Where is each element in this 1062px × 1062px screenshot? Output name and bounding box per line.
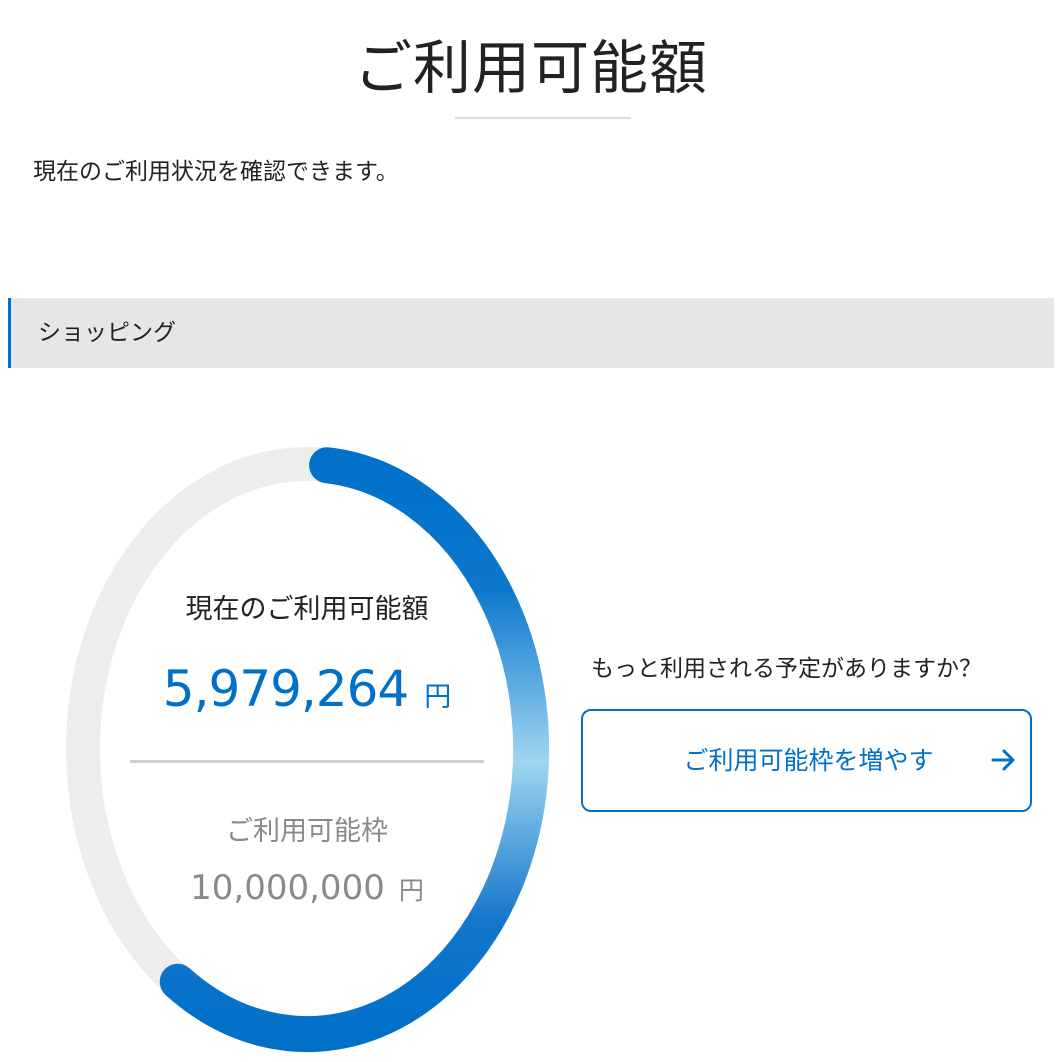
increase-limit-button[interactable]: ご利用可能枠を増やす	[581, 709, 1032, 812]
page-title: ご利用可能額	[353, 34, 708, 102]
increase-limit-button-label: ご利用可能枠を増やす	[683, 746, 934, 775]
usage-gauge	[66, 447, 550, 1053]
upsell-question: もっと利用される予定がありますか？	[591, 656, 982, 682]
section-header-label: ショッピング	[38, 320, 176, 346]
available-amount-value: 5,979,264	[162, 660, 409, 718]
credit-limit-label: ご利用可能枠	[226, 816, 388, 847]
section-header-shopping: ショッピング	[8, 298, 1054, 368]
gauge-progress-arc	[159, 447, 550, 1053]
gauge-divider	[130, 760, 484, 763]
page-intro: 現在のご利用状況を確認できます。	[33, 159, 399, 185]
credit-limit-unit: 円	[398, 876, 424, 905]
credit-limit-value: 10,000,000	[190, 868, 385, 908]
title-underline	[455, 117, 631, 119]
credit-limit-amount: 10,000,000 円	[130, 865, 484, 911]
available-amount-label: 現在のご利用可能額	[185, 594, 429, 625]
arrow-right-icon	[991, 749, 1015, 771]
available-amount-unit: 円	[424, 682, 452, 713]
available-amount: 5,979,264 円	[130, 658, 484, 720]
